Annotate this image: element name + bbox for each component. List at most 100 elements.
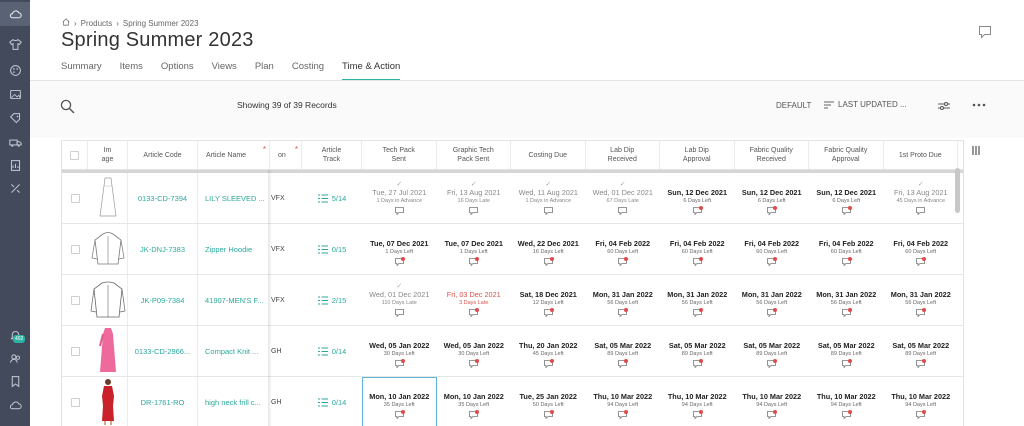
milestone-cell[interactable]: Fri, 04 Feb 2022 60 Days Left bbox=[586, 224, 661, 274]
milestone-cell[interactable]: Wed, 05 Jan 2022 30 Days Left bbox=[437, 326, 512, 376]
milestone-cell[interactable]: Sat, 05 Mar 2022 89 Days Left bbox=[809, 326, 884, 376]
tab-summary[interactable]: Summary bbox=[61, 61, 102, 81]
comment-icon[interactable] bbox=[767, 308, 778, 318]
row-checkbox[interactable] bbox=[70, 244, 80, 254]
table-row[interactable]: JK-DNJ-7383 Zipper Hoodie VFX 0/15 Tue, 07 D… bbox=[62, 224, 963, 275]
article-track[interactable]: 0/15 bbox=[302, 224, 362, 274]
article-name-link[interactable]: 41907-MEN'S F... bbox=[198, 275, 270, 325]
milestone-cell[interactable]: Fri, 04 Feb 2022 60 Days Left bbox=[735, 224, 810, 274]
milestone-cell[interactable]: Sat, 05 Mar 2022 89 Days Left bbox=[660, 326, 735, 376]
milestone-cell[interactable]: ✓ Tue, 27 Jul 2021 1 Days in Advance bbox=[362, 173, 437, 223]
image-icon[interactable] bbox=[6, 85, 24, 103]
comment-icon[interactable] bbox=[916, 410, 927, 420]
select-all-checkbox[interactable] bbox=[70, 150, 79, 160]
comment-icon[interactable] bbox=[618, 308, 629, 318]
comment-icon[interactable] bbox=[618, 410, 629, 420]
comment-icon[interactable] bbox=[618, 257, 629, 267]
article-code-link[interactable]: DR-1761-RO bbox=[128, 377, 198, 426]
milestone-cell[interactable]: Fri, 04 Feb 2022 60 Days Left bbox=[660, 224, 735, 274]
truck-icon[interactable] bbox=[6, 133, 24, 151]
cloud-icon[interactable] bbox=[0, 2, 30, 26]
comment-icon[interactable] bbox=[543, 359, 554, 369]
row-checkbox[interactable] bbox=[70, 295, 80, 305]
milestone-cell[interactable]: Mon, 31 Jan 2022 56 Days Left bbox=[809, 275, 884, 325]
cloud-upload-icon[interactable] bbox=[6, 396, 24, 414]
comment-icon[interactable] bbox=[692, 206, 703, 216]
report-icon[interactable] bbox=[6, 156, 24, 174]
article-name-link[interactable]: LILY SLEEVED ... bbox=[198, 173, 270, 223]
view-select[interactable]: DEFAULT bbox=[776, 101, 811, 110]
article-track[interactable]: 5/14 bbox=[302, 173, 362, 223]
milestone-cell[interactable]: Thu, 10 Mar 2022 94 Days Left bbox=[809, 377, 884, 426]
article-code-link[interactable]: JK-DNJ-7383 bbox=[128, 224, 198, 274]
comment-icon[interactable] bbox=[469, 308, 480, 318]
milestone-cell[interactable]: Fri, 04 Feb 2022 60 Days Left bbox=[809, 224, 884, 274]
milestone-cell[interactable]: Sat, 05 Mar 2022 89 Days Left bbox=[735, 326, 810, 376]
home-icon[interactable] bbox=[62, 18, 70, 28]
comment-icon[interactable] bbox=[916, 257, 927, 267]
bookmark-icon[interactable] bbox=[6, 372, 24, 390]
tab-plan[interactable]: Plan bbox=[255, 61, 274, 81]
tab-views[interactable]: Views bbox=[212, 61, 237, 81]
milestone-cell[interactable]: Wed, 22 Dec 2021 16 Days Left bbox=[511, 224, 586, 274]
article-name-link[interactable]: Zipper Hoodie bbox=[198, 224, 270, 274]
comment-icon[interactable] bbox=[692, 308, 703, 318]
comment-icon[interactable] bbox=[543, 308, 554, 318]
comment-icon[interactable] bbox=[543, 207, 553, 216]
article-code-link[interactable]: 0133-CD-2966... bbox=[128, 326, 198, 376]
comment-icon[interactable] bbox=[618, 207, 628, 216]
more-options-icon[interactable] bbox=[972, 103, 986, 107]
breadcrumb-products[interactable]: Products bbox=[81, 19, 113, 28]
article-thumbnail[interactable] bbox=[88, 377, 128, 426]
comment-icon[interactable] bbox=[618, 359, 629, 369]
header-milestone[interactable]: 1st Proto Due bbox=[884, 141, 958, 169]
comment-icon[interactable] bbox=[692, 410, 703, 420]
article-code-link[interactable]: 0133-CD-7394 bbox=[128, 173, 198, 223]
sort-select[interactable]: LAST UPDATED ... bbox=[824, 100, 907, 109]
row-checkbox[interactable] bbox=[70, 346, 80, 356]
milestone-cell[interactable]: Sat, 18 Dec 2021 12 Days Left bbox=[511, 275, 586, 325]
article-track[interactable]: 0/14 bbox=[302, 377, 362, 426]
comment-icon[interactable] bbox=[692, 359, 703, 369]
comment-icon[interactable] bbox=[916, 207, 926, 216]
milestone-cell[interactable]: Wed, 05 Jan 2022 30 Days Left bbox=[362, 326, 437, 376]
article-name-link[interactable]: Compact Knit ... bbox=[198, 326, 270, 376]
milestone-cell[interactable]: Thu, 10 Mar 2022 94 Days Left bbox=[660, 377, 735, 426]
comment-icon[interactable] bbox=[841, 410, 852, 420]
palette-icon[interactable] bbox=[6, 61, 24, 79]
milestone-cell[interactable]: Sun, 12 Dec 2021 6 Days Left bbox=[660, 173, 735, 223]
comment-icon[interactable] bbox=[841, 308, 852, 318]
header-milestone[interactable]: Fabric Quality Approval bbox=[809, 141, 884, 169]
milestone-cell[interactable]: ✓ Fri, 13 Aug 2021 16 Days Late bbox=[437, 173, 512, 223]
comment-icon[interactable] bbox=[543, 257, 554, 267]
header-image[interactable]: Im age bbox=[88, 141, 128, 169]
milestone-cell[interactable]: ✓ Wed, 01 Dec 2021 67 Days Late bbox=[586, 173, 661, 223]
milestone-cell[interactable]: Tue, 07 Dec 2021 1 Days Left bbox=[437, 224, 512, 274]
milestone-cell[interactable]: Mon, 31 Jan 2022 56 Days Left bbox=[884, 275, 959, 325]
comment-icon[interactable] bbox=[916, 308, 927, 318]
tab-options[interactable]: Options bbox=[161, 61, 194, 81]
header-milestone[interactable]: Lab Dip Received bbox=[586, 141, 660, 169]
header-article-track[interactable]: Article Track bbox=[302, 141, 362, 169]
comment-icon[interactable] bbox=[692, 257, 703, 267]
milestone-cell[interactable]: Thu, 10 Mar 2022 94 Days Left bbox=[884, 377, 959, 426]
milestone-cell[interactable]: Tue, 25 Jan 2022 50 Days Left bbox=[511, 377, 586, 426]
search-icon[interactable] bbox=[60, 99, 75, 114]
milestone-cell[interactable]: ✓ Wed, 01 Dec 2021 110 Days Late bbox=[362, 275, 437, 325]
milestone-cell[interactable]: Thu, 10 Mar 2022 94 Days Left bbox=[586, 377, 661, 426]
comment-icon[interactable] bbox=[394, 359, 405, 369]
article-name-link[interactable]: high neck frill c... bbox=[198, 377, 270, 426]
header-milestone[interactable]: Fabric Quality Received bbox=[735, 141, 809, 169]
row-checkbox[interactable] bbox=[70, 193, 80, 203]
milestone-cell[interactable]: ✓ Wed, 11 Aug 2021 1 Days in Advance bbox=[511, 173, 586, 223]
comment-icon[interactable] bbox=[841, 257, 852, 267]
comment-icon[interactable] bbox=[767, 410, 778, 420]
milestone-cell[interactable]: Thu, 20 Jan 2022 45 Days Left bbox=[511, 326, 586, 376]
milestone-cell[interactable]: Mon, 31 Jan 2022 56 Days Left bbox=[586, 275, 661, 325]
users-icon[interactable] bbox=[6, 349, 24, 367]
tab-time-action[interactable]: Time & Action bbox=[342, 61, 401, 81]
milestone-cell[interactable]: Fri, 03 Dec 2021 3 Days Late bbox=[437, 275, 512, 325]
header-milestone[interactable]: Tech Pack Sent bbox=[362, 141, 437, 169]
filter-sliders-icon[interactable] bbox=[938, 101, 950, 111]
milestone-cell[interactable]: Sun, 12 Dec 2021 6 Days Left bbox=[809, 173, 884, 223]
